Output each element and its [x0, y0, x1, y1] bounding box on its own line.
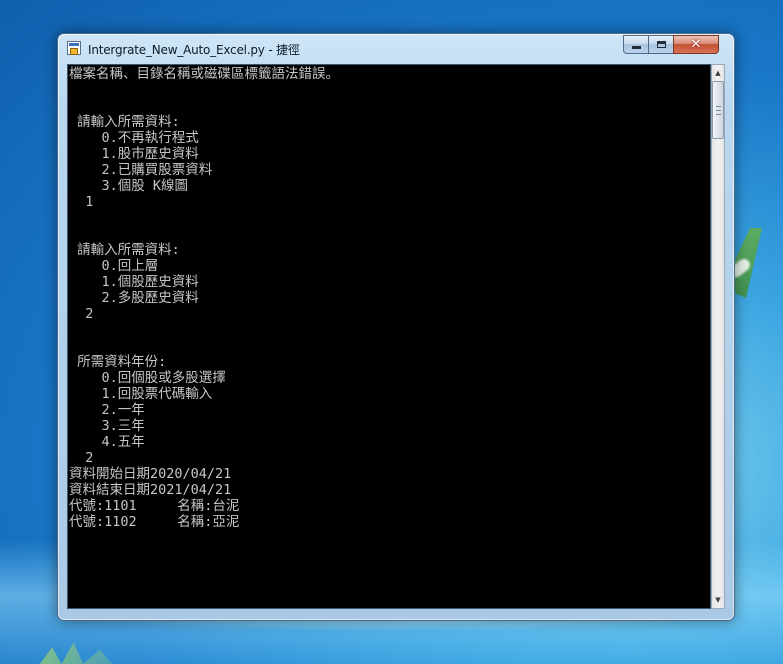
maximize-button[interactable]	[648, 35, 674, 54]
console-line: 資料結束日期2021/04/21	[69, 482, 232, 498]
minimize-icon	[631, 46, 641, 49]
console-line: 2.一年	[69, 402, 145, 418]
console-line: 2	[69, 306, 94, 322]
vertical-scrollbar[interactable]: ▲ ▼	[711, 64, 725, 609]
console-line: 請輸入所需資料:	[69, 242, 180, 258]
console-line: 4.五年	[69, 434, 145, 450]
console-line: 代號:1101 名稱:台泥	[69, 498, 240, 514]
console-line: 檔案名稱、目錄名稱或磁碟區標籤語法錯誤。	[69, 66, 339, 82]
scroll-up-arrow-icon: ▲	[715, 69, 721, 77]
scroll-down-button[interactable]: ▼	[712, 593, 724, 607]
console-text: 檔案名稱、目錄名稱或磁碟區標籤語法錯誤。 請輸入所需資料: 0.不再執行程式 1…	[69, 66, 339, 530]
console-line: 1	[69, 194, 94, 210]
minimize-button[interactable]	[623, 35, 649, 54]
title-bar[interactable]: Intergrate_New_Auto_Excel.py - 捷徑 ✕	[58, 34, 734, 62]
console-line: 2.多股歷史資料	[69, 290, 199, 306]
scroll-thumb[interactable]	[712, 81, 724, 139]
scroll-up-button[interactable]: ▲	[712, 66, 724, 80]
console-window[interactable]: Intergrate_New_Auto_Excel.py - 捷徑 ✕ 檔案名稱…	[57, 33, 735, 621]
console-line: 資料開始日期2020/04/21	[69, 466, 232, 482]
python-shortcut-icon[interactable]	[67, 41, 81, 55]
console-line: 1.個股歷史資料	[69, 274, 199, 290]
console-line: 1.回股票代碼輸入	[69, 386, 213, 402]
console-line: 0.回個股或多股選擇	[69, 370, 226, 386]
console-line: 所需資料年份:	[69, 354, 167, 370]
scroll-down-arrow-icon: ▼	[715, 596, 721, 604]
console-line: 2.已購買股票資料	[69, 162, 213, 178]
maximize-icon	[656, 41, 666, 48]
console-line: 3.三年	[69, 418, 145, 434]
console-line: 請輸入所需資料:	[69, 114, 180, 130]
close-icon: ✕	[690, 37, 702, 52]
scroll-grip-icon	[716, 106, 721, 115]
console-line: 1.股市歷史資料	[69, 146, 199, 162]
close-button[interactable]: ✕	[673, 35, 719, 54]
window-title: Intergrate_New_Auto_Excel.py - 捷徑	[88, 43, 300, 57]
console-line: 3.個股 K線圖	[69, 178, 189, 194]
console-line: 0.回上層	[69, 258, 159, 274]
console-line: 0.不再執行程式	[69, 130, 199, 146]
console-line: 2	[69, 450, 94, 466]
console-output[interactable]: 檔案名稱、目錄名稱或磁碟區標籤語法錯誤。 請輸入所需資料: 0.不再執行程式 1…	[67, 64, 711, 609]
console-line: 代號:1102 名稱:亞泥	[69, 514, 240, 530]
